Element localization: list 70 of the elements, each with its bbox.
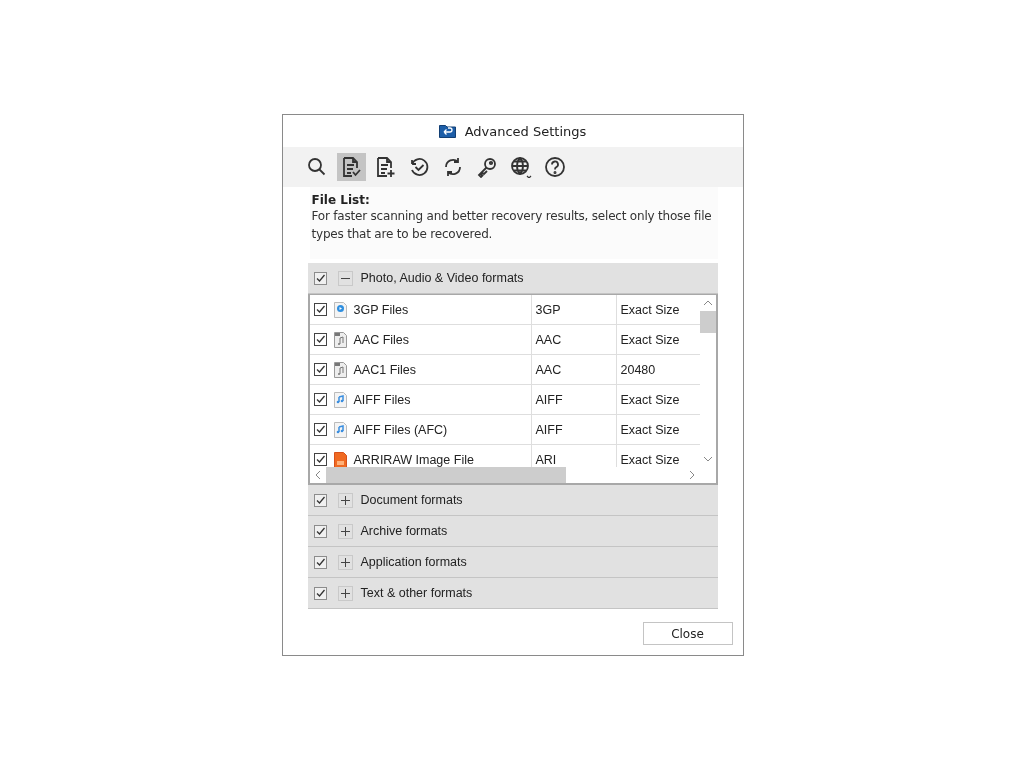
- checkbox[interactable]: [313, 453, 327, 466]
- group-header[interactable]: Application formats: [307, 547, 718, 578]
- group-header[interactable]: Text & other formats: [307, 578, 718, 609]
- group-label: Application formats: [360, 555, 467, 569]
- history-check-icon: [408, 156, 430, 178]
- plus-icon: [340, 526, 350, 536]
- file-name: ARRIRAW Image File: [353, 452, 474, 467]
- scroll-thumb[interactable]: [699, 311, 716, 333]
- file-size: Exact Size: [620, 392, 680, 407]
- image-file-icon: [333, 451, 347, 467]
- checkbox[interactable]: [313, 423, 327, 436]
- checkbox[interactable]: [313, 555, 327, 569]
- file-name: AIFF Files: [353, 392, 411, 407]
- checkbox[interactable]: [313, 393, 327, 406]
- plus-icon: [340, 495, 350, 505]
- globe-icon: [510, 156, 532, 178]
- file-size: Exact Size: [620, 452, 680, 467]
- group-label: Text & other formats: [360, 586, 473, 600]
- help-icon: [544, 156, 566, 178]
- collapse-toggle[interactable]: [337, 270, 353, 286]
- audio-file-icon: [333, 361, 347, 378]
- file-type: AIFF: [535, 422, 563, 437]
- group-label: Photo, Audio & Video formats: [360, 271, 524, 285]
- file-size: Exact Size: [620, 332, 680, 347]
- group-label: Document formats: [360, 493, 463, 507]
- checkbox[interactable]: [313, 271, 327, 285]
- checkbox[interactable]: [313, 493, 327, 507]
- section-heading: File List:: [311, 193, 371, 207]
- key-icon: [476, 156, 498, 178]
- checkbox[interactable]: [313, 586, 327, 600]
- search-icon: [306, 156, 328, 178]
- group-header[interactable]: Document formats: [307, 485, 718, 516]
- group-label: Archive formats: [360, 524, 448, 538]
- music-file-icon: [333, 391, 347, 408]
- scroll-thumb[interactable]: [325, 467, 566, 483]
- expand-toggle[interactable]: [337, 523, 353, 539]
- file-type: 3GP: [535, 302, 561, 317]
- file-type: AIFF: [535, 392, 563, 407]
- file-size: Exact Size: [620, 422, 680, 437]
- checkbox[interactable]: [313, 524, 327, 538]
- group-header[interactable]: Photo, Audio & Video formats: [307, 263, 718, 294]
- file-size: Exact Size: [620, 302, 680, 317]
- music-file-icon: [333, 421, 347, 438]
- file-name: AIFF Files (AFC): [353, 422, 448, 437]
- file-size: 20480: [620, 362, 656, 377]
- file-type: AAC: [535, 362, 562, 377]
- refresh-icon: [442, 156, 464, 178]
- folder-back-icon: [438, 124, 456, 138]
- document-plus-icon: [374, 156, 396, 178]
- checkbox[interactable]: [313, 333, 327, 346]
- file-name: 3GP Files: [353, 302, 409, 317]
- expand-toggle[interactable]: [337, 585, 353, 601]
- file-type: AAC: [535, 332, 562, 347]
- window-title: Advanced Settings: [464, 123, 587, 139]
- expand-toggle[interactable]: [337, 492, 353, 508]
- file-type: ARI: [535, 452, 557, 467]
- expand-toggle[interactable]: [337, 554, 353, 570]
- checkbox[interactable]: [313, 363, 327, 376]
- document-check-icon: [340, 156, 362, 178]
- file-name: AAC Files: [353, 332, 410, 347]
- checkbox[interactable]: [313, 303, 327, 316]
- description-text: For faster scanning and better recovery results, select only those file types that are to be recovered.: [311, 208, 713, 243]
- plus-icon: [340, 557, 350, 567]
- plus-icon: [340, 588, 350, 598]
- group-header[interactable]: Archive formats: [307, 516, 718, 547]
- video-file-icon: [333, 301, 347, 318]
- file-name: AAC1 Files: [353, 362, 417, 377]
- toolbar-button[interactable]: [336, 153, 366, 181]
- close-button[interactable]: Close: [642, 622, 733, 645]
- audio-file-icon: [333, 331, 347, 348]
